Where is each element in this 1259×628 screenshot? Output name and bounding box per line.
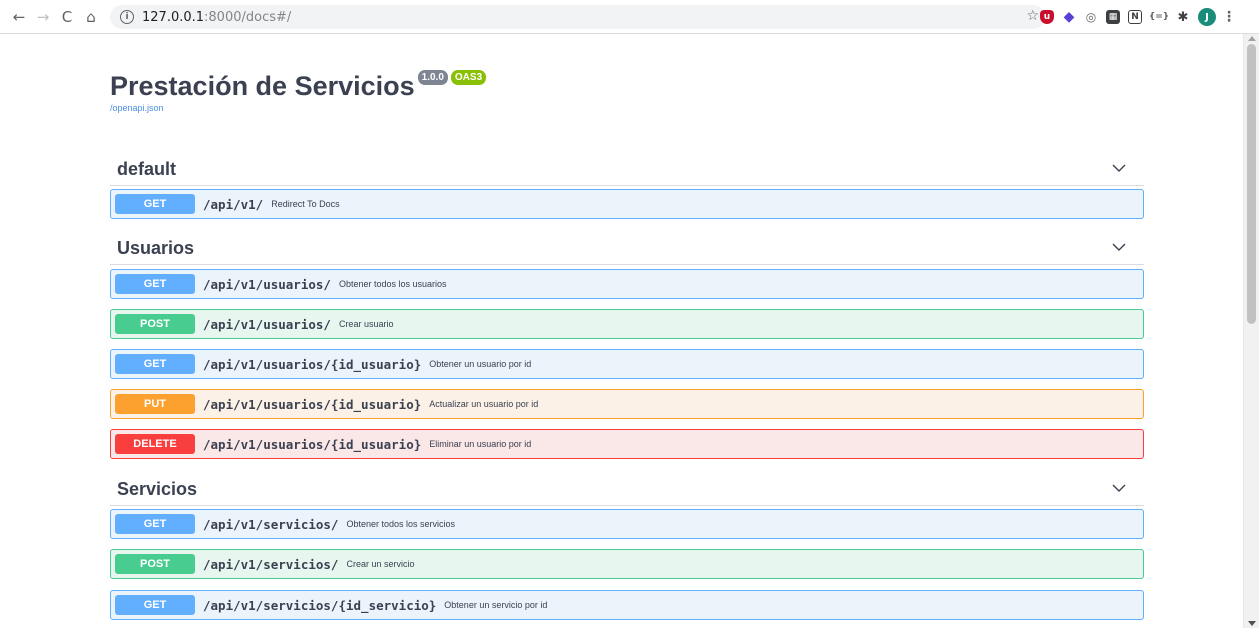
url-path: :8000/docs#/ — [204, 9, 292, 25]
method-badge: POST — [115, 314, 195, 334]
qr-extension-icon[interactable]: ▦ — [1106, 10, 1120, 24]
api-title-row: Prestación de Servicios 1.0.0 OAS3 — [110, 70, 487, 102]
browser-toolbar: ← → C ⌂ i 127.0.0.1:8000/docs#/ ☆ u ◆ ◎ … — [0, 0, 1259, 34]
operation-path: /api/v1/ — [203, 196, 264, 212]
method-badge: PUT — [115, 394, 195, 414]
page-title: Prestación de Servicios — [110, 71, 415, 101]
bookmark-star-icon[interactable]: ☆ — [1026, 8, 1039, 24]
method-badge: GET — [115, 274, 195, 294]
swagger-page: Prestación de Servicios 1.0.0 OAS3 /open… — [0, 34, 1243, 628]
operation-path: /api/v1/usuarios/{id_usuario} — [203, 356, 422, 372]
scrollbar-thumb[interactable] — [1247, 44, 1256, 324]
kebab-menu-icon[interactable]: ⋮ — [1222, 9, 1236, 25]
tag-title-default: default — [117, 159, 177, 179]
operation-path: /api/v1/servicios/{id_servicio} — [203, 597, 437, 613]
operation-path: /api/v1/usuarios/ — [203, 276, 331, 292]
home-icon[interactable]: ⌂ — [80, 6, 102, 28]
api-info: Prestación de Servicios 1.0.0 OAS3 /open… — [110, 70, 487, 113]
openapi-json-link[interactable]: /openapi.json — [110, 103, 486, 113]
operation-summary: Actualizar un usuario por id — [429, 399, 539, 409]
scroll-down-arrow-icon[interactable] — [1248, 621, 1256, 626]
operation-get-redirect-to-docs[interactable]: GET /api/v1/ Redirect To Docs — [110, 189, 1144, 219]
operation-path: /api/v1/usuarios/{id_usuario} — [203, 436, 422, 452]
notion-icon[interactable]: N — [1128, 10, 1142, 24]
tag-section-servicios[interactable]: Servicios — [110, 470, 1144, 506]
profile-avatar[interactable]: J — [1198, 8, 1216, 26]
url-text[interactable]: 127.0.0.1:8000/docs#/ — [142, 10, 291, 25]
method-badge: GET — [115, 595, 195, 615]
operation-summary: Obtener un usuario por id — [429, 359, 532, 369]
operation-path: /api/v1/servicios/ — [203, 556, 339, 572]
ublock-icon[interactable]: u — [1040, 10, 1054, 24]
address-bar[interactable]: i 127.0.0.1:8000/docs#/ ☆ — [110, 5, 1045, 29]
oas-badge: OAS3 — [450, 70, 487, 85]
operation-path: /api/v1/usuarios/{id_usuario} — [203, 396, 422, 412]
tag-title-servicios: Servicios — [117, 479, 198, 499]
operation-summary: Obtener un servicio por id — [444, 600, 548, 610]
operation-post-servicios[interactable]: POST /api/v1/servicios/ Crear un servici… — [110, 549, 1144, 579]
operation-get-servicio-by-id[interactable]: GET /api/v1/servicios/{id_servicio} Obte… — [110, 590, 1144, 620]
operation-summary: Obtener todos los servicios — [346, 519, 456, 529]
chevron-down-icon[interactable] — [1112, 481, 1126, 495]
tag-title-usuarios: Usuarios — [117, 238, 195, 258]
version-badge: 1.0.0 — [417, 70, 448, 85]
method-badge: GET — [115, 194, 195, 214]
site-info-icon[interactable]: i — [120, 10, 134, 24]
brackets-extension-icon[interactable]: {=} — [1149, 10, 1169, 24]
operation-path: /api/v1/usuarios/ — [203, 316, 331, 332]
tag-section-default[interactable]: default — [110, 150, 1144, 186]
method-badge: GET — [115, 354, 195, 374]
url-host: 127.0.0.1 — [142, 9, 205, 25]
operation-get-servicios[interactable]: GET /api/v1/servicios/ Obtener todos los… — [110, 509, 1144, 539]
operation-post-usuarios[interactable]: POST /api/v1/usuarios/ Crear usuario — [110, 309, 1144, 339]
method-badge: DELETE — [115, 434, 195, 454]
operation-delete-usuario-by-id[interactable]: DELETE /api/v1/usuarios/{id_usuario} Eli… — [110, 429, 1144, 459]
operation-get-usuarios[interactable]: GET /api/v1/usuarios/ Obtener todos los … — [110, 269, 1144, 299]
puzzle-extensions-icon[interactable]: ✱ — [1176, 10, 1190, 25]
method-badge: POST — [115, 554, 195, 574]
operation-summary: Crear usuario — [338, 319, 394, 329]
operation-get-usuario-by-id[interactable]: GET /api/v1/usuarios/{id_usuario} Obtene… — [110, 349, 1144, 379]
back-arrow-icon[interactable]: ← — [8, 6, 30, 28]
operation-put-usuario-by-id[interactable]: PUT /api/v1/usuarios/{id_usuario} Actual… — [110, 389, 1144, 419]
scroll-up-arrow-icon[interactable] — [1248, 36, 1256, 41]
page-scrollbar[interactable] — [1243, 34, 1259, 628]
extensions-area: u ◆ ◎ ▦ N {=} ✱ J ⋮ — [1040, 7, 1236, 27]
tag-section-usuarios[interactable]: Usuarios — [110, 229, 1144, 265]
chevron-down-icon[interactable] — [1112, 161, 1126, 175]
camera-extension-icon[interactable]: ◎ — [1084, 10, 1098, 24]
operation-summary: Crear un servicio — [346, 559, 415, 569]
operation-summary: Obtener todos los usuarios — [338, 279, 447, 289]
chevron-down-icon[interactable] — [1112, 240, 1126, 254]
method-badge: GET — [115, 514, 195, 534]
forward-arrow-icon[interactable]: → — [32, 6, 54, 28]
reload-icon[interactable]: C — [56, 6, 78, 28]
diamond-extension-icon[interactable]: ◆ — [1062, 9, 1076, 25]
operation-summary: Eliminar un usuario por id — [429, 439, 532, 449]
operation-path: /api/v1/servicios/ — [203, 516, 339, 532]
operation-summary: Redirect To Docs — [271, 199, 340, 209]
